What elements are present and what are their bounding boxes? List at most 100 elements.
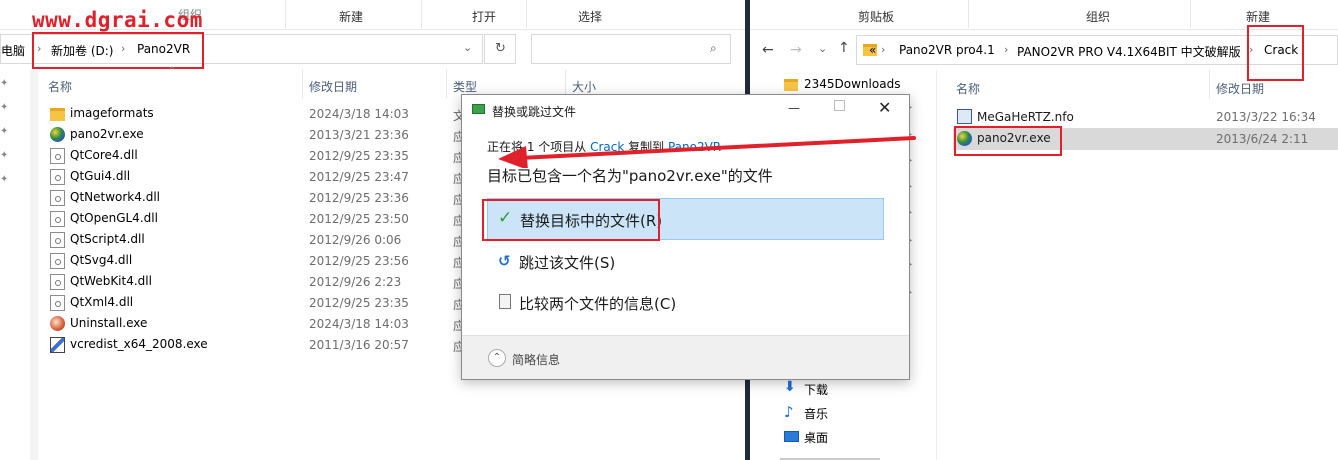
desktop-icon	[784, 431, 799, 442]
recent-dropdown-icon[interactable]: ⌄	[818, 42, 827, 55]
copy-files-icon	[472, 104, 485, 114]
breadcrumb-pano2vr-pro[interactable]: Pano2VR pro4.1	[899, 43, 995, 57]
up-arrow-icon[interactable]: ↑	[838, 40, 850, 56]
pin-icon: ✦	[0, 102, 9, 113]
installer-icon	[50, 337, 65, 353]
refresh-button[interactable]: ↻	[484, 34, 516, 64]
dll-file-icon	[50, 169, 65, 185]
compare-files-icon	[499, 294, 511, 309]
sort-arrow-icon: ^	[168, 66, 177, 77]
pin-icon: ✦	[0, 150, 9, 161]
left-search-input[interactable]: ⌕	[531, 34, 731, 64]
column-size[interactable]: 大小	[572, 78, 596, 95]
nfo-file-icon	[957, 109, 972, 124]
pin-icon: ✦	[0, 126, 9, 137]
ribbon-new[interactable]: 新建	[1246, 8, 1270, 25]
file-date: 2012/9/25 23:56	[309, 254, 409, 268]
file-date: 2012/9/26 0:06	[309, 233, 402, 247]
dll-file-icon	[50, 274, 65, 290]
left-scrollbar[interactable]	[30, 70, 38, 460]
column-type[interactable]: 类型	[453, 78, 477, 95]
file-date: 2012/9/25 23:36	[309, 191, 409, 205]
skip-option[interactable]: ↺ 跳过该文件(S)	[487, 246, 884, 280]
nav-item-truncated	[780, 450, 900, 460]
close-button[interactable]: ✕	[878, 98, 891, 117]
file-name: QtScript4.dll	[70, 232, 145, 246]
chevron-right-icon: ›	[1004, 43, 1009, 56]
file-date: 2011/3/16 20:57	[309, 338, 409, 352]
right-file-row-nfo[interactable]: MeGaHeRTZ.nfo 2013/3/22 16:34	[953, 107, 1338, 128]
file-name: pano2vr.exe	[70, 127, 144, 141]
file-date: 2012/9/26 2:23	[309, 275, 402, 289]
pin-icon: ✦	[0, 78, 9, 89]
breadcrumb-this-pc[interactable]: 电脑	[1, 42, 25, 59]
file-date: 2013/6/24 2:11	[1216, 132, 1309, 146]
file-name: QtXml4.dll	[70, 295, 134, 309]
minimize-button[interactable]: —	[788, 101, 800, 115]
file-name: QtOpenGL4.dll	[70, 211, 158, 225]
dll-file-icon	[50, 232, 65, 248]
ribbon-open[interactable]: 打开	[472, 8, 496, 25]
ribbon-clipboard[interactable]: 剪贴板	[858, 8, 894, 25]
file-date: 2013/3/21 23:36	[309, 128, 409, 142]
file-name: QtSvg4.dll	[70, 253, 133, 267]
file-name: Uninstall.exe	[70, 316, 148, 330]
chevron-down-icon[interactable]: ⌄	[463, 41, 472, 54]
dll-file-icon	[50, 211, 65, 227]
dll-file-icon	[50, 253, 65, 269]
refresh-icon: ↻	[495, 41, 506, 56]
annotation-source-file	[954, 126, 1062, 156]
annotation-replace-option	[482, 199, 660, 241]
annotation-crack-folder	[1247, 25, 1304, 81]
music-icon: ♪	[784, 403, 794, 421]
details-toggle-button[interactable]: ⌃	[488, 349, 506, 367]
uninstall-icon	[50, 316, 65, 331]
chevron-right-icon: ›	[881, 43, 886, 56]
annotation-left-breadcrumb	[32, 32, 204, 69]
file-date: 2012/9/25 23:50	[309, 212, 409, 226]
skip-label: 跳过该文件(S)	[519, 254, 616, 272]
ribbon-organize[interactable]: 组织	[1086, 8, 1110, 25]
compare-option[interactable]: 比较两个文件的信息(C)	[487, 287, 884, 321]
file-name: imageformats	[70, 106, 154, 120]
ribbon-new[interactable]: 新建	[339, 8, 363, 25]
details-label[interactable]: 简略信息	[512, 351, 560, 368]
search-icon: ⌕	[710, 41, 717, 55]
ribbon-select[interactable]: 选择	[578, 8, 602, 25]
maximize-button[interactable]	[834, 100, 845, 111]
dialog-heading: 目标已包含一个名为"pano2vr.exe"的文件	[487, 167, 773, 185]
back-arrow-icon[interactable]: ←	[762, 42, 774, 58]
right-column-date[interactable]: 修改日期	[1216, 80, 1264, 97]
file-name: QtNetwork4.dll	[70, 190, 160, 204]
right-pane-separator	[936, 70, 937, 460]
folder-icon	[50, 108, 65, 121]
column-name[interactable]: 名称	[48, 78, 72, 95]
file-name: QtWebKit4.dll	[70, 274, 152, 288]
dll-file-icon	[50, 295, 65, 311]
forward-arrow-icon[interactable]: →	[790, 42, 802, 58]
file-name: vcredist_x64_2008.exe	[70, 337, 208, 351]
dialog-title: 替换或跳过文件	[492, 105, 577, 119]
file-date: 2013/3/22 16:34	[1216, 110, 1316, 124]
file-name: MeGaHeRTZ.nfo	[977, 110, 1074, 124]
compare-label: 比较两个文件的信息(C)	[519, 295, 677, 313]
dll-file-icon	[50, 148, 65, 164]
left-nav-pane: ✦ ✦ ✦ ✦ ✦	[0, 70, 30, 460]
column-date[interactable]: 修改日期	[309, 78, 357, 95]
file-date: 2012/9/25 23:47	[309, 170, 409, 184]
file-name: QtCore4.dll	[70, 148, 138, 162]
file-date: 2012/9/25 23:35	[309, 149, 409, 163]
annotation-arrow	[498, 136, 916, 168]
breadcrumb-crack-package[interactable]: PANO2VR PRO V4.1X64BIT 中文破解版	[1017, 43, 1241, 60]
right-column-name[interactable]: 名称	[956, 80, 980, 97]
dialog-titlebar: 替换或跳过文件 — ✕	[462, 95, 909, 125]
dialog-footer: ⌃ 简略信息	[462, 335, 909, 379]
download-icon: ⬇	[784, 379, 796, 395]
skip-arrow-icon: ↺	[498, 252, 511, 270]
file-date: 2024/3/18 14:03	[309, 317, 409, 331]
pin-icon: ✦	[0, 174, 9, 185]
file-name: QtGui4.dll	[70, 169, 131, 183]
breadcrumb-overflow[interactable]: «	[869, 43, 876, 57]
pano2vr-app-icon	[50, 127, 65, 142]
file-date: 2024/3/18 14:03	[309, 107, 409, 121]
